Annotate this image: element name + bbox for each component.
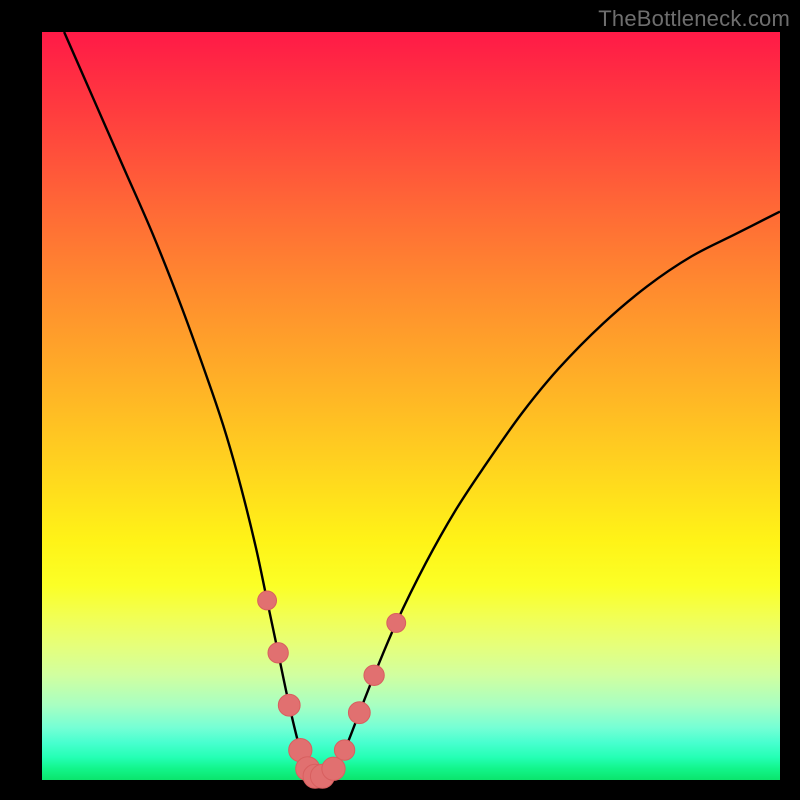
curve-marker xyxy=(268,643,288,663)
curve-markers xyxy=(258,591,406,788)
curve-marker xyxy=(348,702,370,724)
curve-marker xyxy=(258,591,277,610)
chart-frame: TheBottleneck.com xyxy=(0,0,800,800)
plot-area xyxy=(42,32,780,780)
chart-svg xyxy=(42,32,780,780)
curve-marker xyxy=(387,613,406,632)
curve-marker xyxy=(278,694,300,716)
bottleneck-curve xyxy=(64,32,780,777)
curve-marker xyxy=(334,740,354,760)
curve-marker xyxy=(364,665,384,685)
curve-marker xyxy=(322,757,345,780)
watermark-text: TheBottleneck.com xyxy=(598,6,790,32)
